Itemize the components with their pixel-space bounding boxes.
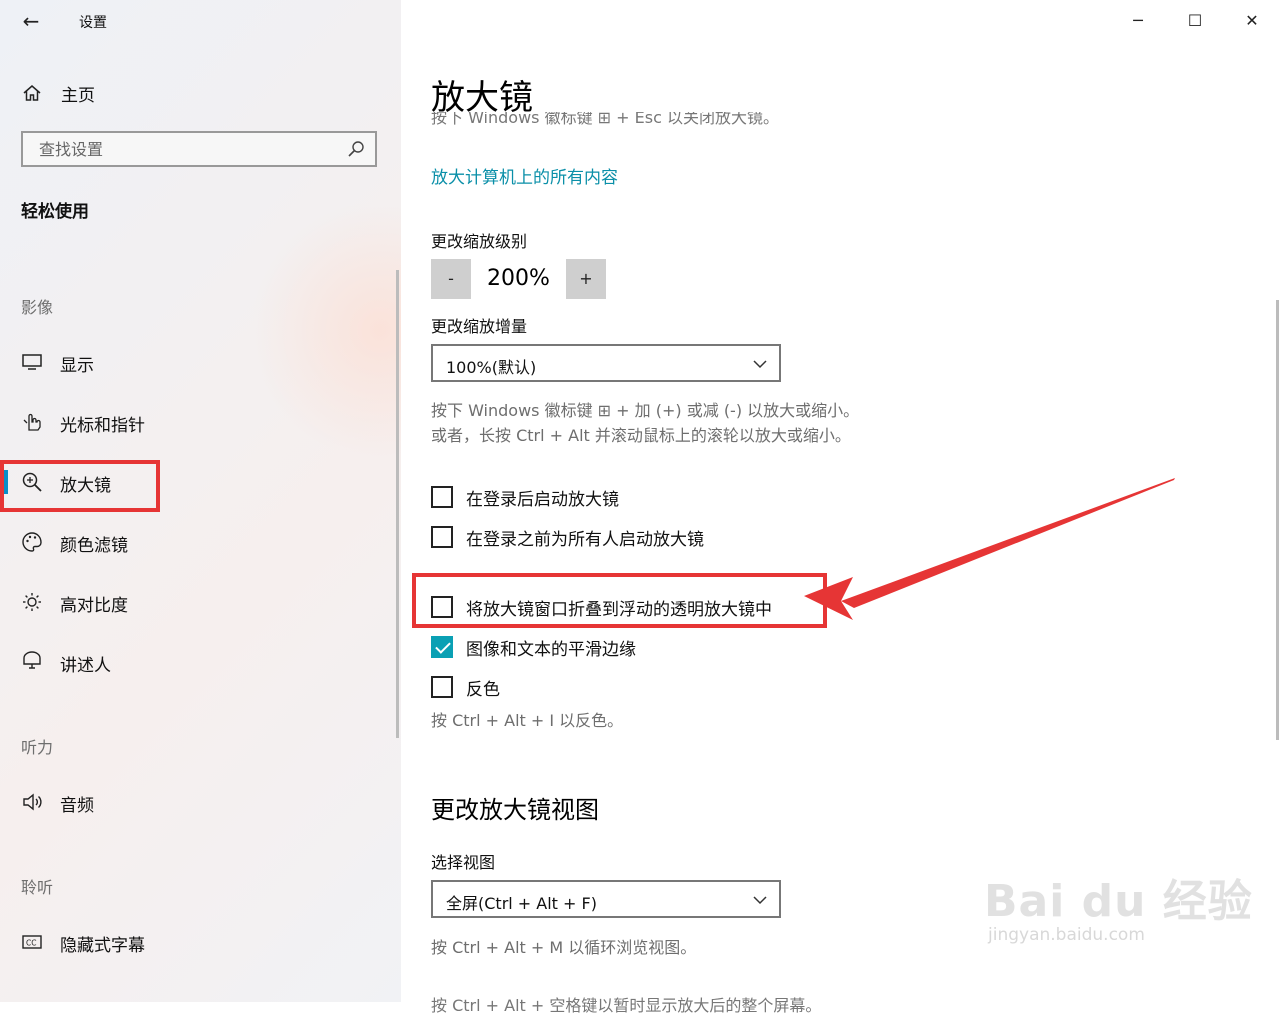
main-content: ─ ☐ ✕ 放大镜 按下 Windows 徽标键 ⊞ + Esc 以关闭放大镜。… <box>401 0 1282 1015</box>
search-input[interactable] <box>37 139 341 160</box>
sidebar-item-captions[interactable]: CC 隐藏式字幕 <box>0 922 400 962</box>
group-label-vision: 影像 <box>21 298 54 317</box>
monitor-icon <box>22 354 42 370</box>
sidebar-item-high-contrast[interactable]: 高对比度 <box>0 582 400 622</box>
narrator-icon <box>23 651 41 669</box>
speaker-icon <box>23 793 42 811</box>
sidebar-item-home[interactable]: 主页 <box>20 78 95 108</box>
svg-text:CC: CC <box>26 939 36 948</box>
sidebar-item-cursor[interactable]: 光标和指针 <box>0 402 400 442</box>
sidebar-item-label: 隐藏式字幕 <box>60 936 145 956</box>
annotation-arrow <box>804 478 1175 620</box>
search-box[interactable] <box>21 131 377 167</box>
sidebar-item-label: 讲述人 <box>60 656 111 676</box>
annotation-box-nav <box>0 460 160 512</box>
search-icon <box>348 141 364 157</box>
sidebar-item-label: 光标和指针 <box>60 416 145 436</box>
sidebar-item-label: 显示 <box>60 356 94 376</box>
watermark-brand: Bai du 经验 <box>984 876 1253 927</box>
sidebar-scrollbar[interactable] <box>396 270 399 738</box>
sidebar-item-label: 音频 <box>60 796 94 816</box>
sidebar-item-label: 颜色滤镜 <box>60 536 128 556</box>
sidebar-item-color-filters[interactable]: 颜色滤镜 <box>0 522 400 562</box>
brightness-icon <box>23 593 41 611</box>
sidebar-item-narrator[interactable]: 讲述人 <box>0 642 400 682</box>
pointer-icon <box>23 413 41 431</box>
palette-icon <box>22 532 42 552</box>
section-title: 轻松使用 <box>21 202 89 222</box>
group-label-hearing: 听力 <box>21 738 54 757</box>
sidebar-item-label: 主页 <box>61 85 95 106</box>
back-button[interactable]: ← <box>16 8 46 34</box>
sidebar-item-audio[interactable]: 音频 <box>0 782 400 822</box>
home-icon <box>23 85 41 101</box>
sidebar-item-label: 高对比度 <box>60 596 128 616</box>
watermark: Bai du 经验 jingyan.baidu.com <box>984 865 1253 945</box>
sidebar: ← 设置 主页 轻松使用 影像 显示 光标和指针 <box>0 0 401 1002</box>
back-arrow-icon: ← <box>22 9 40 33</box>
cc-icon: CC <box>22 935 42 949</box>
main-scrollbar[interactable] <box>1276 300 1279 740</box>
sidebar-item-display[interactable]: 显示 <box>0 342 400 382</box>
group-label-interaction: 聆听 <box>21 878 54 897</box>
app-title: 设置 <box>79 15 107 31</box>
